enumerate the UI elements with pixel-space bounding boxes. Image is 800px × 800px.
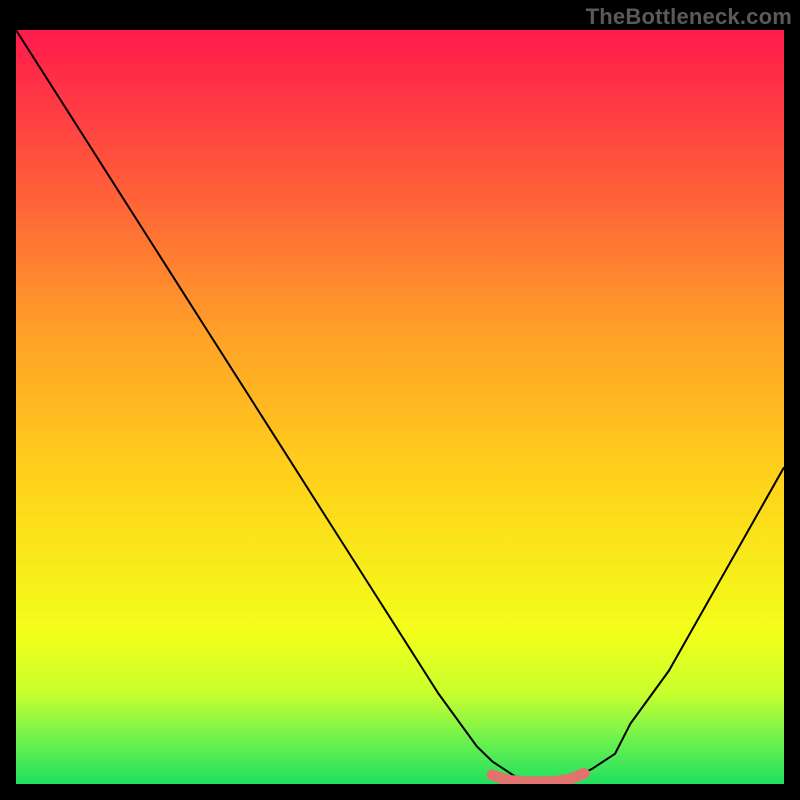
chart-svg [16, 30, 784, 784]
watermark-text: TheBottleneck.com [586, 4, 792, 30]
plot-area [16, 30, 784, 784]
chart-frame: TheBottleneck.com [0, 0, 800, 800]
